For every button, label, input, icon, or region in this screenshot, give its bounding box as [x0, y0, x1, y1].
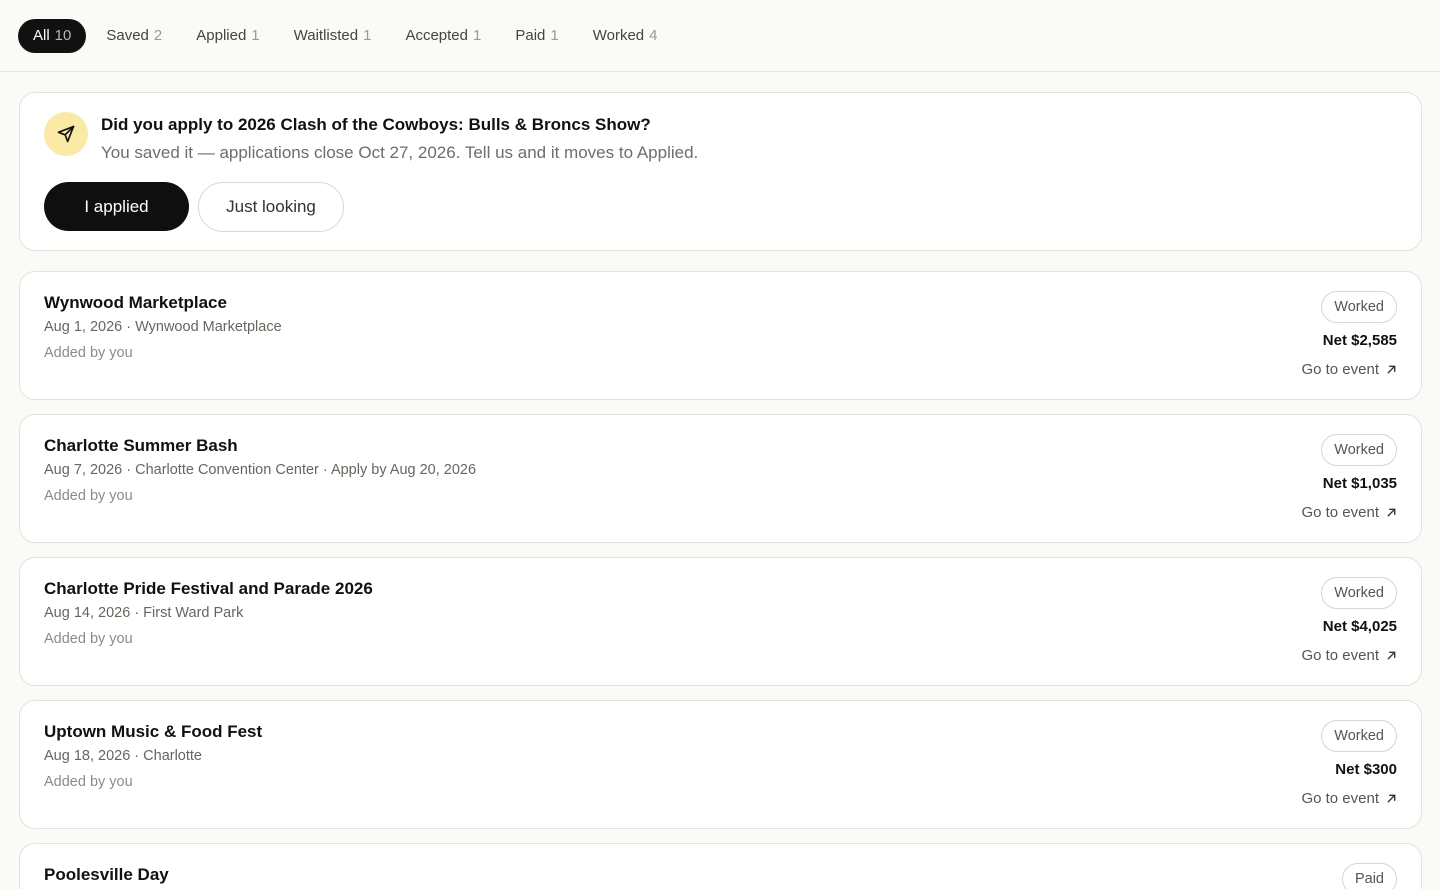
- tab-paid[interactable]: Paid 1: [498, 19, 575, 53]
- go-to-event-link[interactable]: Go to event: [1301, 504, 1397, 521]
- status-filter-tabs: All 10 Saved 2 Applied 1 Waitlisted 1 Accept…: [0, 0, 1440, 72]
- just-looking-button[interactable]: Just looking: [198, 182, 344, 232]
- tab-worked[interactable]: Worked 4: [576, 19, 675, 53]
- status-badge: Paid: [1341, 863, 1397, 889]
- tab-label: Waitlisted: [293, 27, 359, 44]
- tab-count: 10: [54, 27, 72, 44]
- tab-applied[interactable]: Applied 1: [179, 19, 276, 53]
- status-badge: Worked: [1321, 434, 1397, 466]
- event-added-by: Added by you: [44, 488, 133, 504]
- tab-accepted[interactable]: Accepted 1: [388, 19, 498, 53]
- event-added-by: Added by you: [44, 774, 133, 790]
- go-to-event-link[interactable]: Go to event: [1301, 647, 1397, 664]
- event-card[interactable]: Wynwood Marketplace Aug 1, 2026 · Wynwoo…: [19, 271, 1422, 400]
- prompt-subtitle: You saved it — applications close Oct 27…: [101, 143, 699, 162]
- event-title: Charlotte Summer Bash: [44, 436, 238, 455]
- go-to-event-label: Go to event: [1301, 361, 1379, 378]
- event-title: Poolesville Day: [44, 865, 169, 884]
- go-to-event-link[interactable]: Go to event: [1301, 790, 1397, 807]
- apply-prompt-card: Did you apply to 2026 Clash of the Cowbo…: [19, 92, 1422, 251]
- event-net: Net $4,025: [1322, 618, 1397, 635]
- tab-label: Applied: [196, 27, 247, 44]
- tab-saved[interactable]: Saved 2: [89, 19, 179, 53]
- arrow-up-right-icon: [1387, 651, 1396, 660]
- event-net: Net $2,585: [1322, 332, 1397, 349]
- i-applied-button[interactable]: I applied: [44, 182, 189, 231]
- status-badge: Worked: [1321, 577, 1397, 609]
- tab-label: Worked: [592, 27, 645, 44]
- tab-count: 4: [649, 27, 658, 44]
- event-meta: Aug 1, 2026 · Wynwood Marketplace: [44, 319, 282, 335]
- tab-count: 2: [153, 27, 163, 44]
- event-net: Net $300: [1335, 761, 1397, 778]
- event-title: Wynwood Marketplace: [44, 293, 227, 312]
- go-to-event-link[interactable]: Go to event: [1301, 361, 1397, 378]
- tab-label: Paid: [515, 27, 546, 44]
- event-card[interactable]: Charlotte Summer Bash Aug 7, 2026 · Char…: [19, 414, 1422, 543]
- tab-count: 1: [363, 27, 372, 44]
- event-card[interactable]: Uptown Music & Food Fest Aug 18, 2026 · …: [19, 700, 1422, 829]
- event-meta: Aug 7, 2026 · Charlotte Convention Cente…: [44, 462, 477, 478]
- event-card[interactable]: Charlotte Pride Festival and Parade 2026…: [19, 557, 1422, 686]
- tab-count: 1: [473, 27, 482, 44]
- go-to-event-label: Go to event: [1301, 790, 1379, 807]
- arrow-up-right-icon: [1387, 794, 1396, 803]
- tab-label: Saved: [106, 27, 149, 44]
- event-net: Net $1,035: [1322, 475, 1397, 492]
- status-badge: Worked: [1321, 291, 1397, 323]
- arrow-up-right-icon: [1387, 508, 1396, 517]
- event-title: Uptown Music & Food Fest: [44, 722, 263, 741]
- tab-waitlisted[interactable]: Waitlisted 1: [277, 19, 389, 53]
- go-to-event-label: Go to event: [1301, 504, 1379, 521]
- prompt-title: Did you apply to 2026 Clash of the Cowbo…: [101, 115, 651, 134]
- tab-label: Accepted: [405, 27, 468, 44]
- tab-count: 1: [251, 27, 260, 44]
- event-added-by: Added by you: [44, 345, 133, 361]
- send-icon: [44, 112, 88, 156]
- event-added-by: Added by you: [44, 631, 133, 647]
- status-badge: Worked: [1321, 720, 1397, 752]
- tab-label: All: [33, 27, 50, 44]
- event-meta: Aug 18, 2026 · Charlotte: [44, 748, 202, 764]
- event-card[interactable]: Poolesville Day Paid: [19, 843, 1422, 889]
- tab-count: 1: [550, 27, 559, 44]
- go-to-event-label: Go to event: [1301, 647, 1379, 664]
- event-title: Charlotte Pride Festival and Parade 2026: [44, 579, 373, 598]
- arrow-up-right-icon: [1387, 365, 1396, 374]
- tab-all[interactable]: All 10: [18, 18, 87, 53]
- event-meta: Aug 14, 2026 · First Ward Park: [44, 605, 244, 621]
